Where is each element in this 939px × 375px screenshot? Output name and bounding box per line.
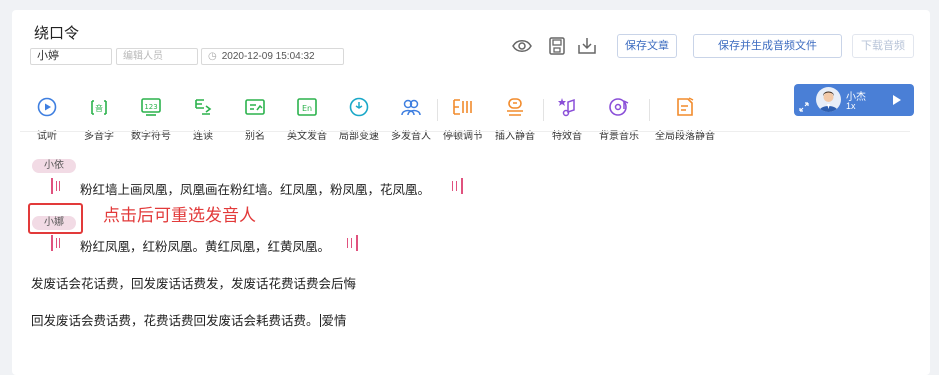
save-article-button[interactable]: 保存文章 — [617, 34, 677, 58]
tool-label: 别名 — [245, 131, 265, 142]
expand-arrows-icon[interactable] — [799, 102, 809, 112]
text-cursor — [319, 314, 321, 327]
editor-field[interactable]: 编辑人员 — [116, 48, 198, 65]
speaker-tag[interactable]: 小依 — [32, 159, 76, 173]
svg-text:123: 123 — [144, 103, 157, 111]
save-disk-icon[interactable] — [547, 36, 567, 56]
alias-icon — [245, 99, 265, 115]
tool-label: 特效音 — [552, 131, 582, 142]
toolbar-divider — [437, 99, 438, 121]
preview-eye-icon[interactable] — [512, 36, 532, 56]
background-music-icon — [609, 98, 629, 116]
download-icon[interactable] — [577, 36, 597, 56]
paragraph-text: 回发废话会费话费，花费话费回发废话会耗费话费。 — [31, 314, 319, 328]
tool-number-symbol[interactable]: 123 数字符号 — [123, 96, 179, 142]
download-audio-button[interactable]: 下载音频 — [852, 34, 914, 58]
tool-label: 多发音人 — [391, 131, 431, 142]
play-circle-icon — [37, 97, 57, 117]
segment-start-marker-icon — [51, 178, 60, 194]
tool-label: 试听 — [37, 131, 57, 142]
editor-card: 绕口令 小婷 编辑人员 ◷ 2020-12-09 15:04:32 保存文章 保存… — [12, 10, 930, 375]
tool-label: 全局段落静音 — [655, 131, 715, 142]
tool-insert-silence[interactable]: 插入静音 — [487, 96, 543, 142]
paragraph[interactable]: 发废话会花话费，回发废话话费发，发废话花费话费会后悔 — [31, 273, 356, 292]
voice-speed: 1x — [846, 101, 856, 111]
play-icon[interactable] — [892, 94, 902, 106]
datetime-field[interactable]: ◷ 2020-12-09 15:04:32 — [201, 48, 344, 65]
paragraph-text: 爱情 — [321, 314, 347, 328]
tool-label: 英文发音 — [287, 131, 327, 142]
svg-text:音: 音 — [95, 103, 103, 113]
tool-global-paragraph-silence[interactable]: 全局段落静音 — [652, 96, 718, 142]
tool-polyphone[interactable]: 音 多音字 — [71, 96, 127, 142]
tool-preview[interactable]: 试听 — [19, 96, 75, 142]
toolbar-divider — [649, 99, 650, 121]
tool-label: 连读 — [193, 131, 213, 142]
segment-end-marker-icon — [347, 235, 358, 251]
save-and-generate-button[interactable]: 保存并生成音频文件 — [693, 34, 842, 58]
voice-avatar — [816, 87, 841, 112]
tool-liaison[interactable]: 连读 — [175, 96, 231, 142]
local-speed-icon — [349, 97, 369, 117]
sound-effect-icon — [558, 98, 575, 117]
tool-label: 局部变速 — [339, 131, 379, 142]
clock-icon: ◷ — [208, 51, 217, 62]
multi-speaker-icon — [401, 99, 421, 116]
number-symbol-icon: 123 — [141, 98, 161, 116]
tool-label: 停顿调节 — [443, 131, 483, 142]
tool-pause-adjust[interactable]: 停顿调节 — [435, 96, 491, 142]
speaker-select[interactable]: 小婷 — [30, 48, 112, 65]
tool-label: 数字符号 — [131, 131, 171, 142]
tool-english[interactable]: En 英文发音 — [279, 96, 335, 142]
insert-silence-icon — [507, 98, 523, 116]
pause-adjust-icon — [453, 99, 472, 115]
tool-multi-speaker[interactable]: 多发音人 — [383, 96, 439, 142]
segment-text[interactable]: 粉红墙上画凤凰，凤凰画在粉红墙。红凤凰，粉凤凰，花凤凰。 — [80, 179, 430, 198]
tool-local-speed[interactable]: 局部变速 — [331, 96, 387, 142]
segment-text[interactable]: 粉红凤凰，红粉凤凰。黄红凤凰，红黄凤凰。 — [80, 236, 330, 255]
tool-background-music[interactable]: 背景音乐 — [591, 96, 647, 142]
segment-end-marker-icon — [452, 178, 463, 194]
annotation-text: 点击后可重选发音人 — [103, 206, 256, 225]
liaison-icon — [195, 99, 212, 115]
toolbar-divider — [543, 99, 544, 121]
datetime-value: 2020-12-09 15:04:32 — [221, 51, 315, 62]
tool-label: 多音字 — [84, 131, 114, 142]
english-icon: En — [297, 98, 317, 116]
global-paragraph-silence-icon — [677, 97, 694, 116]
segment-start-marker-icon — [51, 235, 60, 251]
tool-label: 背景音乐 — [599, 131, 639, 142]
paragraph[interactable]: 回发废话会费话费，花费话费回发废话会耗费话费。 爱情 — [31, 310, 347, 329]
tool-sound-effect[interactable]: 特效音 — [539, 96, 595, 142]
svg-text:En: En — [302, 104, 312, 113]
article-title[interactable]: 绕口令 — [34, 22, 79, 43]
voice-selector-card[interactable]: 小杰 1x — [794, 84, 914, 116]
polyphone-icon: 音 — [91, 100, 107, 115]
speaker-tag[interactable]: 小娜 — [32, 216, 76, 230]
toolbar-separator — [20, 131, 910, 132]
tool-alias[interactable]: 别名 — [227, 96, 283, 142]
tool-label: 插入静音 — [495, 131, 535, 142]
